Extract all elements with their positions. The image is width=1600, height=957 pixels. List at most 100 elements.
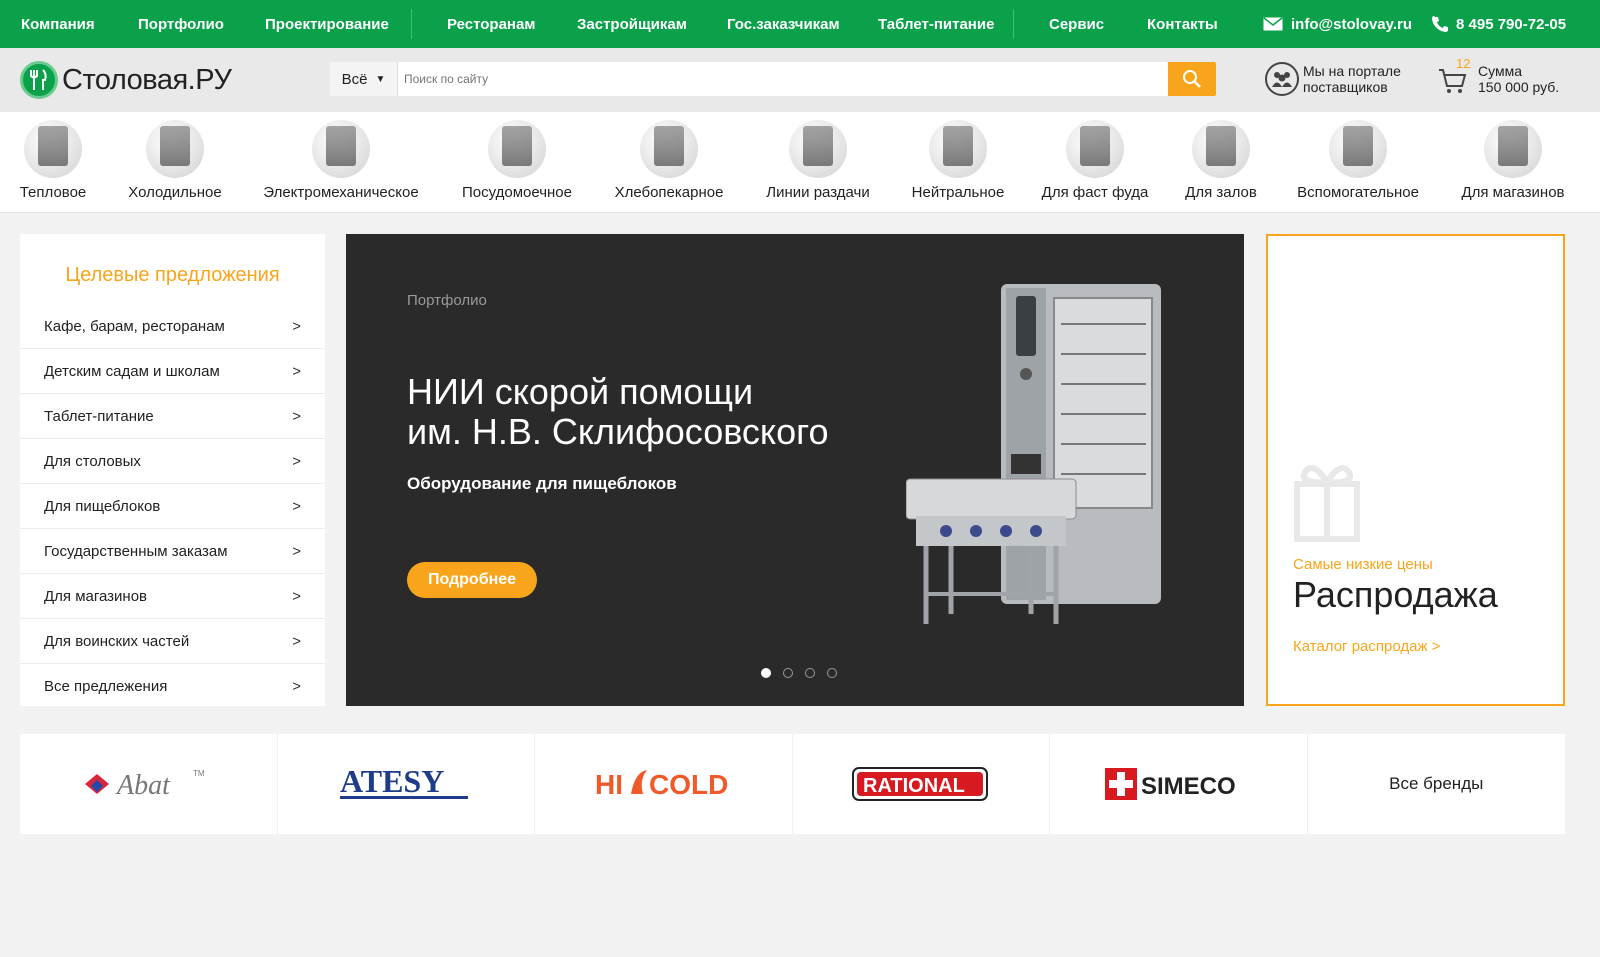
cart-icon: 12 xyxy=(1438,56,1470,96)
search-bar: Всё ▼ xyxy=(330,62,1216,96)
svg-text:SIMECO: SIMECO xyxy=(1141,773,1236,800)
suppliers-portal-link[interactable]: Мы на портале поставщиков xyxy=(1265,62,1413,96)
chevron-right-icon: > xyxy=(292,497,301,515)
offer-item[interactable]: Для воинских частей > xyxy=(20,619,325,664)
nav-item-design[interactable]: Проектирование xyxy=(265,16,389,33)
search-button[interactable] xyxy=(1168,62,1216,96)
category-fast-food[interactable]: Для фаст фуда xyxy=(1042,120,1148,201)
search-scope-dropdown[interactable]: Всё ▼ xyxy=(330,62,398,96)
category-label: Тепловое xyxy=(19,184,87,201)
offer-label: Государственным заказам xyxy=(44,542,228,560)
carousel-dot[interactable] xyxy=(805,668,815,678)
cart-count-badge: 12 xyxy=(1456,56,1471,71)
category-serving-lines[interactable]: Линии раздачи xyxy=(764,120,872,201)
cart-summary: Сумма 150 000 руб. xyxy=(1478,63,1559,95)
category-label: Линии раздачи xyxy=(766,184,870,201)
more-details-button[interactable]: Подробнее xyxy=(407,562,537,598)
nav-item-contacts[interactable]: Контакты xyxy=(1147,16,1218,33)
sale-panel[interactable]: Самые низкие цены Распродажа Каталог рас… xyxy=(1266,234,1565,706)
category-bar: Тепловое Холодильное Электромеханическое… xyxy=(0,112,1600,213)
gift-icon xyxy=(1294,465,1360,542)
nav-item-developers[interactable]: Застройщикам xyxy=(577,16,687,33)
refrigerator-icon xyxy=(146,120,204,178)
all-brands-link[interactable]: Все бренды xyxy=(1389,774,1483,794)
phone-icon xyxy=(1432,16,1448,32)
category-thermal[interactable]: Тепловое xyxy=(20,120,86,201)
brand-hicold[interactable]: HI COLD xyxy=(535,734,793,834)
sale-tagline: Самые низкие цены xyxy=(1293,556,1433,573)
cart-sum-label: Сумма xyxy=(1478,63,1522,79)
nav-item-gov-customers[interactable]: Гос.заказчикам xyxy=(727,16,840,33)
nav-item-company[interactable]: Компания xyxy=(21,16,95,33)
brands-strip: Abat TM ATESY HI COLD RATIONAL SIMECO Вс… xyxy=(20,734,1565,834)
banner-subtitle: Оборудование для пищеблоков xyxy=(407,474,677,493)
category-label: Посудомоечное xyxy=(461,184,572,201)
category-bakery[interactable]: Хлебопекарное xyxy=(613,120,725,201)
category-dishwashing[interactable]: Посудомоечное xyxy=(460,120,574,201)
thermal-equipment-icon xyxy=(24,120,82,178)
offer-item[interactable]: Детским садам и школам > xyxy=(20,349,325,394)
svg-text:Abat: Abat xyxy=(115,770,171,801)
chevron-right-icon: > xyxy=(292,362,301,380)
target-offers-panel: Целевые предложения Кафе, барам, рестора… xyxy=(20,234,325,706)
offer-item[interactable]: Для магазинов > xyxy=(20,574,325,619)
serving-line-icon xyxy=(789,120,847,178)
offer-label: Для столовых xyxy=(44,452,141,470)
offer-item[interactable]: Государственным заказам > xyxy=(20,529,325,574)
svg-text:HI: HI xyxy=(595,769,623,800)
carousel-dot[interactable] xyxy=(761,668,771,678)
nav-divider xyxy=(411,9,412,39)
nav-item-portfolio[interactable]: Портфолио xyxy=(138,16,224,33)
chevron-right-icon: > xyxy=(292,632,301,650)
carousel-pagination xyxy=(761,668,837,678)
category-refrigeration[interactable]: Холодильное xyxy=(127,120,223,201)
fast-food-equipment-icon xyxy=(1066,120,1124,178)
brand-all[interactable]: Все бренды xyxy=(1308,734,1566,834)
offer-label: Таблет-питание xyxy=(44,407,154,425)
nav-item-service[interactable]: Сервис xyxy=(1049,16,1104,33)
rack-icon xyxy=(929,120,987,178)
combi-oven-product-image xyxy=(906,284,1161,624)
sale-catalog-link[interactable]: Каталог распродаж > xyxy=(1293,638,1440,655)
email-contact[interactable]: info@stolovay.ru xyxy=(1263,0,1412,48)
offer-item[interactable]: Все предлежения > xyxy=(20,664,325,709)
banner-title-line: им. Н.В. Склифосовского xyxy=(407,411,829,452)
category-label: Для фаст фуда xyxy=(1041,184,1149,201)
chair-icon xyxy=(1192,120,1250,178)
category-auxiliary[interactable]: Вспомогательное xyxy=(1297,120,1419,201)
category-shops[interactable]: Для магазинов xyxy=(1461,120,1565,201)
offer-item[interactable]: Кафе, барам, ресторанам > xyxy=(20,304,325,349)
phone-text: 8 495 790-72-05 xyxy=(1456,15,1567,33)
hero-banner-carousel[interactable]: Портфолио НИИ скорой помощи им. Н.В. Скл… xyxy=(346,234,1244,706)
site-logo[interactable]: Столовая.РУ xyxy=(20,61,232,99)
search-input[interactable] xyxy=(400,62,1160,96)
brand-atesy[interactable]: ATESY xyxy=(278,734,535,834)
simeco-logo: SIMECO xyxy=(1105,768,1236,800)
chevron-right-icon: > xyxy=(292,542,301,560)
offer-item[interactable]: Для столовых > xyxy=(20,439,325,484)
offer-item[interactable]: Таблет-питание > xyxy=(20,394,325,439)
chevron-right-icon: > xyxy=(292,452,301,470)
banner-title: НИИ скорой помощи им. Н.В. Склифосовског… xyxy=(407,372,887,452)
site-header: Столовая.РУ Всё ▼ Мы на портале поставщи… xyxy=(0,48,1600,112)
brand-simeco[interactable]: SIMECO xyxy=(1050,734,1308,834)
search-icon xyxy=(1183,70,1201,88)
brand-abat[interactable]: Abat TM xyxy=(20,734,278,834)
phone-contact[interactable]: 8 495 790-72-05 xyxy=(1432,0,1566,48)
cart[interactable]: 12 Сумма 150 000 руб. xyxy=(1438,56,1559,96)
shop-equipment-icon xyxy=(1484,120,1542,178)
nav-item-restaurants[interactable]: Ресторанам xyxy=(447,16,535,33)
carousel-dot[interactable] xyxy=(827,668,837,678)
offer-item[interactable]: Для пищеблоков > xyxy=(20,484,325,529)
carousel-dot[interactable] xyxy=(783,668,793,678)
category-neutral[interactable]: Нейтральное xyxy=(911,120,1005,201)
category-electromechanical[interactable]: Электромеханическое xyxy=(262,120,420,201)
category-halls[interactable]: Для залов xyxy=(1185,120,1257,201)
chevron-right-icon: > xyxy=(292,587,301,605)
category-label: Нейтральное xyxy=(911,184,1005,201)
offer-label: Все предлежения xyxy=(44,678,168,695)
category-label: Холодильное xyxy=(128,184,222,201)
brand-rational[interactable]: RATIONAL xyxy=(793,734,1050,834)
nav-item-tablet-food[interactable]: Таблет-питание xyxy=(878,16,994,33)
email-text: info@stolovay.ru xyxy=(1291,15,1413,33)
